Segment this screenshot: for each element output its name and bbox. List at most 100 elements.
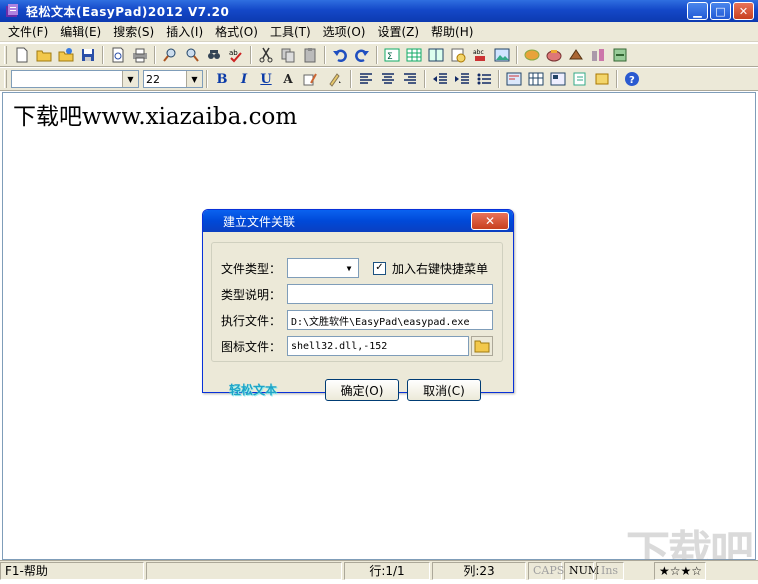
title-bar: 轻松文本(EasyPad)2012 V7.20 ▁ □ ✕ [0,0,758,22]
status-caps: CAPS [528,561,564,580]
chevron-down-icon[interactable]: ▼ [186,71,202,87]
menu-help[interactable]: 帮助(H) [425,22,479,42]
underline-button[interactable]: U [255,69,277,89]
clear-format-icon[interactable] [299,69,321,89]
file-association-dialog: 建立文件关联 ✕ 文件类型： ▼ ✓ 加入右键快捷菜单 类型说明： 执行文件： … [202,209,514,401]
type-desc-row: 类型说明： [221,284,493,304]
exec-file-row: 执行文件： D:\文胜软件\EasyPad\easypad.exe [221,310,493,330]
replace-icon[interactable] [203,45,225,65]
exec-file-input[interactable]: D:\文胜软件\EasyPad\easypad.exe [287,310,493,330]
context-menu-label[interactable]: 加入右键快捷菜单 [392,260,488,277]
file-type-select[interactable]: ▼ [287,258,359,278]
align-center-icon[interactable] [377,69,399,89]
italic-button[interactable]: I [233,69,255,89]
tool-3-icon[interactable] [565,45,587,65]
browse-folder-button[interactable] [471,336,493,356]
icon-file-row: 图标文件： shell32.dll,-152 [221,336,493,356]
cancel-button[interactable]: 取消(C) [407,379,481,401]
insert-char-icon[interactable]: Σ [381,45,403,65]
close-button[interactable]: ✕ [733,2,754,20]
help-icon[interactable]: ? [621,69,643,89]
toolbar-separator [498,70,500,88]
font-name-combo[interactable]: ▼ [11,70,139,88]
redo-icon[interactable] [351,45,373,65]
menu-settings[interactable]: 设置(Z) [371,22,425,42]
tool-5-icon[interactable] [609,45,631,65]
bold-button[interactable]: B [211,69,233,89]
icon-file-label: 图标文件： [221,339,282,354]
tool-1-icon[interactable] [521,45,543,65]
find-next-icon[interactable] [181,45,203,65]
font-size-value: 22 [146,72,160,86]
indent-icon[interactable] [451,69,473,89]
svg-text:abc: abc [473,49,484,56]
brand-logo-text: 轻松文本 [229,383,278,397]
menu-options[interactable]: 选项(O) [317,22,372,42]
chevron-down-icon[interactable]: ▼ [341,260,357,276]
find-icon[interactable] [159,45,181,65]
view-2-icon[interactable] [525,69,547,89]
maximize-button[interactable]: □ [710,2,731,20]
status-blank [146,561,342,580]
view-3-icon[interactable] [547,69,569,89]
undo-icon[interactable] [329,45,351,65]
new-file-icon[interactable] [11,45,33,65]
toolbar-separator [350,70,352,88]
context-menu-checkbox[interactable]: ✓ [373,261,386,275]
menu-search[interactable]: 搜索(S) [107,22,160,42]
type-desc-input[interactable] [287,284,493,304]
file-type-label: 文件类型： [221,261,282,276]
menu-tools[interactable]: 工具(T) [264,22,317,42]
menu-file[interactable]: 文件(F) [2,22,54,42]
spell-check-icon[interactable]: ab [225,45,247,65]
toolbar-separator [154,46,156,64]
tool-4-icon[interactable] [587,45,609,65]
font-color-button[interactable]: A [277,69,299,89]
view-1-icon[interactable] [503,69,525,89]
open-recent-icon[interactable] [55,45,77,65]
icon-file-input[interactable]: shell32.dll,-152 [287,336,469,356]
paste-icon[interactable] [299,45,321,65]
insert-abc-icon[interactable]: abc [469,45,491,65]
view-5-icon[interactable] [591,69,613,89]
insert-image-icon[interactable] [491,45,513,65]
open-folder-icon[interactable] [33,45,55,65]
dialog-title-bar: 建立文件关联 ✕ [203,210,513,232]
toolbar-separator [376,46,378,64]
editor-text[interactable]: 下载吧www.xiazaiba.com [13,97,297,131]
toolbar-separator [206,70,208,88]
copy-icon[interactable] [277,45,299,65]
align-left-icon[interactable] [355,69,377,89]
cut-icon[interactable] [255,45,277,65]
dialog-close-button[interactable]: ✕ [471,212,509,230]
font-size-combo[interactable]: 22 ▼ [143,70,203,88]
menu-insert[interactable]: 插入(I) [160,22,209,42]
insert-book-icon[interactable] [425,45,447,65]
chevron-down-icon[interactable]: ▼ [122,71,138,87]
toolbar-grip[interactable] [4,46,7,64]
status-help: F1-帮助 [0,561,144,580]
insert-date-icon[interactable] [447,45,469,65]
outdent-icon[interactable] [429,69,451,89]
view-4-icon[interactable] [569,69,591,89]
menu-edit[interactable]: 编辑(E) [54,22,107,42]
align-right-icon[interactable] [399,69,421,89]
save-icon[interactable] [77,45,99,65]
print-preview-icon[interactable] [107,45,129,65]
toolbar-separator [324,46,326,64]
status-bar: F1-帮助 行:1/1 列:23 CAPS NUM Ins ★☆★☆ [0,560,758,580]
highlight-icon[interactable] [321,69,347,89]
svg-text:ab: ab [229,49,238,57]
dialog-title: 建立文件关联 [223,214,296,229]
window-title: 轻松文本(EasyPad)2012 V7.20 [26,4,230,19]
svg-text:Σ: Σ [387,52,393,62]
menu-format[interactable]: 格式(O) [209,22,264,42]
insert-table-icon[interactable] [403,45,425,65]
minimize-button[interactable]: ▁ [687,2,708,20]
bullet-list-icon[interactable] [473,69,495,89]
tool-2-icon[interactable] [543,45,565,65]
toolbar-grip[interactable] [4,70,7,88]
print-icon[interactable] [129,45,151,65]
exec-file-label: 执行文件： [221,313,282,328]
ok-button[interactable]: 确定(O) [325,379,399,401]
